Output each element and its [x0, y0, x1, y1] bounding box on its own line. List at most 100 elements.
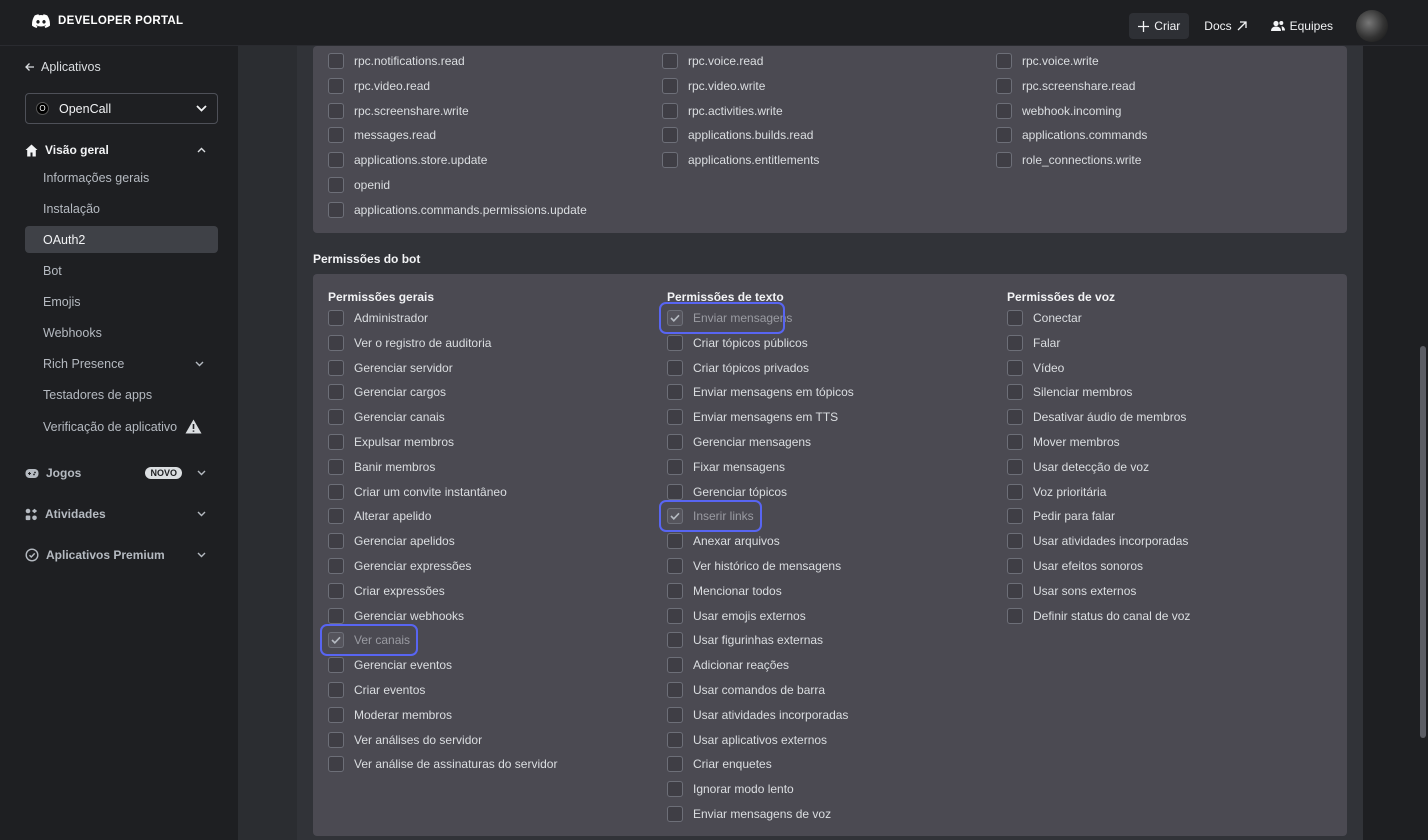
- checkbox[interactable]: [1007, 483, 1023, 500]
- teams-button[interactable]: Equipes: [1262, 13, 1342, 39]
- permission-text-ignorar-modo-lento[interactable]: Ignorar modo lento: [667, 779, 794, 799]
- permission-general-criar-um-convite-instantaneo[interactable]: Criar um convite instantâneo: [328, 482, 507, 502]
- permission-text-criar-topicos-publicos[interactable]: Criar tópicos públicos: [667, 333, 808, 353]
- scope-role-connections-write[interactable]: role_connections.write: [996, 150, 1141, 170]
- permission-general-gerenciar-canais[interactable]: Gerenciar canais: [328, 407, 445, 427]
- permission-text-ver-historico-de-mensagens[interactable]: Ver histórico de mensagens: [667, 556, 841, 576]
- checkbox[interactable]: [328, 706, 344, 723]
- permission-text-gerenciar-topicos[interactable]: Gerenciar tópicos: [667, 482, 787, 502]
- checkbox[interactable]: [996, 77, 1012, 94]
- checkbox[interactable]: [667, 632, 683, 649]
- checkbox[interactable]: [328, 127, 344, 144]
- scope-messages-read[interactable]: messages.read: [328, 125, 436, 145]
- nav-section-games[interactable]: Jogos NOVO: [25, 463, 218, 483]
- permission-voice-mover-membros[interactable]: Mover membros: [1007, 432, 1120, 452]
- checkbox[interactable]: [328, 682, 344, 698]
- permission-text-usar-aplicativos-externos[interactable]: Usar aplicativos externos: [667, 730, 827, 750]
- scope-applications-commands-permissions-update[interactable]: applications.commands.permissions.update: [328, 200, 587, 220]
- checkbox[interactable]: [328, 533, 344, 550]
- permission-general-ver-o-registro-de-auditoria[interactable]: Ver o registro de auditoria: [328, 333, 491, 353]
- permission-general-criar-eventos[interactable]: Criar eventos: [328, 680, 425, 700]
- permission-text-criar-enquetes[interactable]: Criar enquetes: [667, 754, 772, 774]
- permission-text-enviar-mensagens-em-tts[interactable]: Enviar mensagens em TTS: [667, 407, 838, 427]
- checkbox[interactable]: [1007, 607, 1023, 624]
- application-select[interactable]: O OpenCall: [25, 93, 218, 124]
- scope-applications-commands[interactable]: applications.commands: [996, 125, 1147, 145]
- permission-text-adicionar-reacoes[interactable]: Adicionar reações: [667, 655, 789, 675]
- checkbox[interactable]: [667, 756, 683, 773]
- checkbox[interactable]: [667, 657, 683, 674]
- permission-text-fixar-mensagens[interactable]: Fixar mensagens: [667, 457, 785, 477]
- permission-voice-voz-prioritaria[interactable]: Voz prioritária: [1007, 482, 1106, 502]
- checkbox[interactable]: [328, 558, 344, 574]
- checkbox[interactable]: [667, 806, 683, 822]
- scope-applications-builds-read[interactable]: applications.builds.read: [662, 125, 813, 145]
- sidebar-item-app-verification[interactable]: Verificação de aplicativo: [25, 413, 218, 440]
- scope-rpc-screenshare-write[interactable]: rpc.screenshare.write: [328, 101, 469, 121]
- permission-voice-usar-atividades-incorporadas[interactable]: Usar atividades incorporadas: [1007, 531, 1188, 551]
- permission-text-gerenciar-mensagens[interactable]: Gerenciar mensagens: [667, 432, 811, 452]
- checkbox[interactable]: [328, 152, 344, 169]
- checkbox[interactable]: [1007, 334, 1023, 351]
- checkbox[interactable]: [328, 458, 344, 475]
- checkbox[interactable]: [328, 102, 344, 119]
- permission-voice-usar-sons-externos[interactable]: Usar sons externos: [1007, 581, 1136, 601]
- checkbox[interactable]: [667, 682, 683, 698]
- developer-portal-logo[interactable]: DEVELOPER PORTAL: [32, 14, 183, 28]
- checkbox[interactable]: [667, 706, 683, 723]
- checkbox[interactable]: [662, 77, 678, 94]
- sidebar-item-oauth2[interactable]: OAuth2: [25, 226, 218, 253]
- checkbox[interactable]: [328, 53, 344, 69]
- checkbox[interactable]: [328, 359, 344, 376]
- permission-voice-pedir-para-falar[interactable]: Pedir para falar: [1007, 506, 1115, 526]
- permission-voice-video[interactable]: Vídeo: [1007, 358, 1064, 378]
- checkbox[interactable]: [328, 756, 344, 773]
- sidebar-item-emojis[interactable]: Emojis: [25, 288, 218, 315]
- permission-general-gerenciar-eventos[interactable]: Gerenciar eventos: [328, 655, 452, 675]
- checkbox[interactable]: [328, 334, 344, 351]
- checkbox[interactable]: [662, 152, 678, 169]
- scope-webhook-incoming[interactable]: webhook.incoming: [996, 101, 1121, 121]
- checkbox[interactable]: [667, 434, 683, 450]
- permission-text-usar-emojis-externos[interactable]: Usar emojis externos: [667, 606, 806, 626]
- permission-voice-falar[interactable]: Falar: [1007, 333, 1060, 353]
- docs-link[interactable]: Docs: [1195, 13, 1255, 39]
- checkbox[interactable]: [996, 53, 1012, 69]
- permission-voice-definir-status-do-canal-de-voz[interactable]: Definir status do canal de voz: [1007, 606, 1190, 626]
- checkbox[interactable]: [328, 607, 344, 624]
- checkbox[interactable]: [328, 731, 344, 748]
- scope-rpc-voice-read[interactable]: rpc.voice.read: [662, 51, 763, 71]
- checkbox[interactable]: [667, 483, 683, 500]
- back-to-applications[interactable]: Aplicativos: [25, 60, 101, 74]
- permission-general-ver-analises-do-servidor[interactable]: Ver análises do servidor: [328, 730, 482, 750]
- permission-text-criar-topicos-privados[interactable]: Criar tópicos privados: [667, 358, 809, 378]
- permission-general-banir-membros[interactable]: Banir membros: [328, 457, 435, 477]
- permission-general-expulsar-membros[interactable]: Expulsar membros: [328, 432, 454, 452]
- checkbox[interactable]: [328, 384, 344, 401]
- permission-voice-usar-deteccao-de-voz[interactable]: Usar detecção de voz: [1007, 457, 1149, 477]
- scrollbar-thumb[interactable]: [1420, 346, 1426, 738]
- permission-text-enviar-mensagens-em-topicos[interactable]: Enviar mensagens em tópicos: [667, 382, 854, 402]
- scope-applications-entitlements[interactable]: applications.entitlements: [662, 150, 819, 170]
- nav-section-premium-apps[interactable]: Aplicativos Premium: [25, 545, 218, 565]
- permission-general-moderar-membros[interactable]: Moderar membros: [328, 705, 452, 725]
- permission-voice-usar-efeitos-sonoros[interactable]: Usar efeitos sonoros: [1007, 556, 1143, 576]
- checkbox[interactable]: [328, 409, 344, 426]
- scope-rpc-video-write[interactable]: rpc.video.write: [662, 76, 765, 96]
- checkbox[interactable]: [1007, 434, 1023, 450]
- nav-section-overview[interactable]: Visão geral: [25, 140, 218, 160]
- permission-voice-desativar-audio-de-membros[interactable]: Desativar áudio de membros: [1007, 407, 1186, 427]
- sidebar-item-rich-presence[interactable]: Rich Presence: [25, 350, 218, 377]
- sidebar-item-general-info[interactable]: Informações gerais: [25, 164, 218, 191]
- checkbox[interactable]: [667, 731, 683, 748]
- permission-general-administrador[interactable]: Administrador: [328, 308, 428, 328]
- create-button[interactable]: Criar: [1129, 13, 1190, 39]
- checkbox[interactable]: [667, 558, 683, 574]
- sidebar-item-installation[interactable]: Instalação: [25, 195, 218, 222]
- checkbox[interactable]: [1007, 359, 1023, 376]
- checkbox[interactable]: [328, 657, 344, 674]
- permission-text-enviar-mensagens-de-voz[interactable]: Enviar mensagens de voz: [667, 804, 831, 824]
- checkbox[interactable]: [667, 384, 683, 401]
- permission-text-usar-atividades-incorporadas[interactable]: Usar atividades incorporadas: [667, 705, 848, 725]
- checkbox[interactable]: [667, 458, 683, 475]
